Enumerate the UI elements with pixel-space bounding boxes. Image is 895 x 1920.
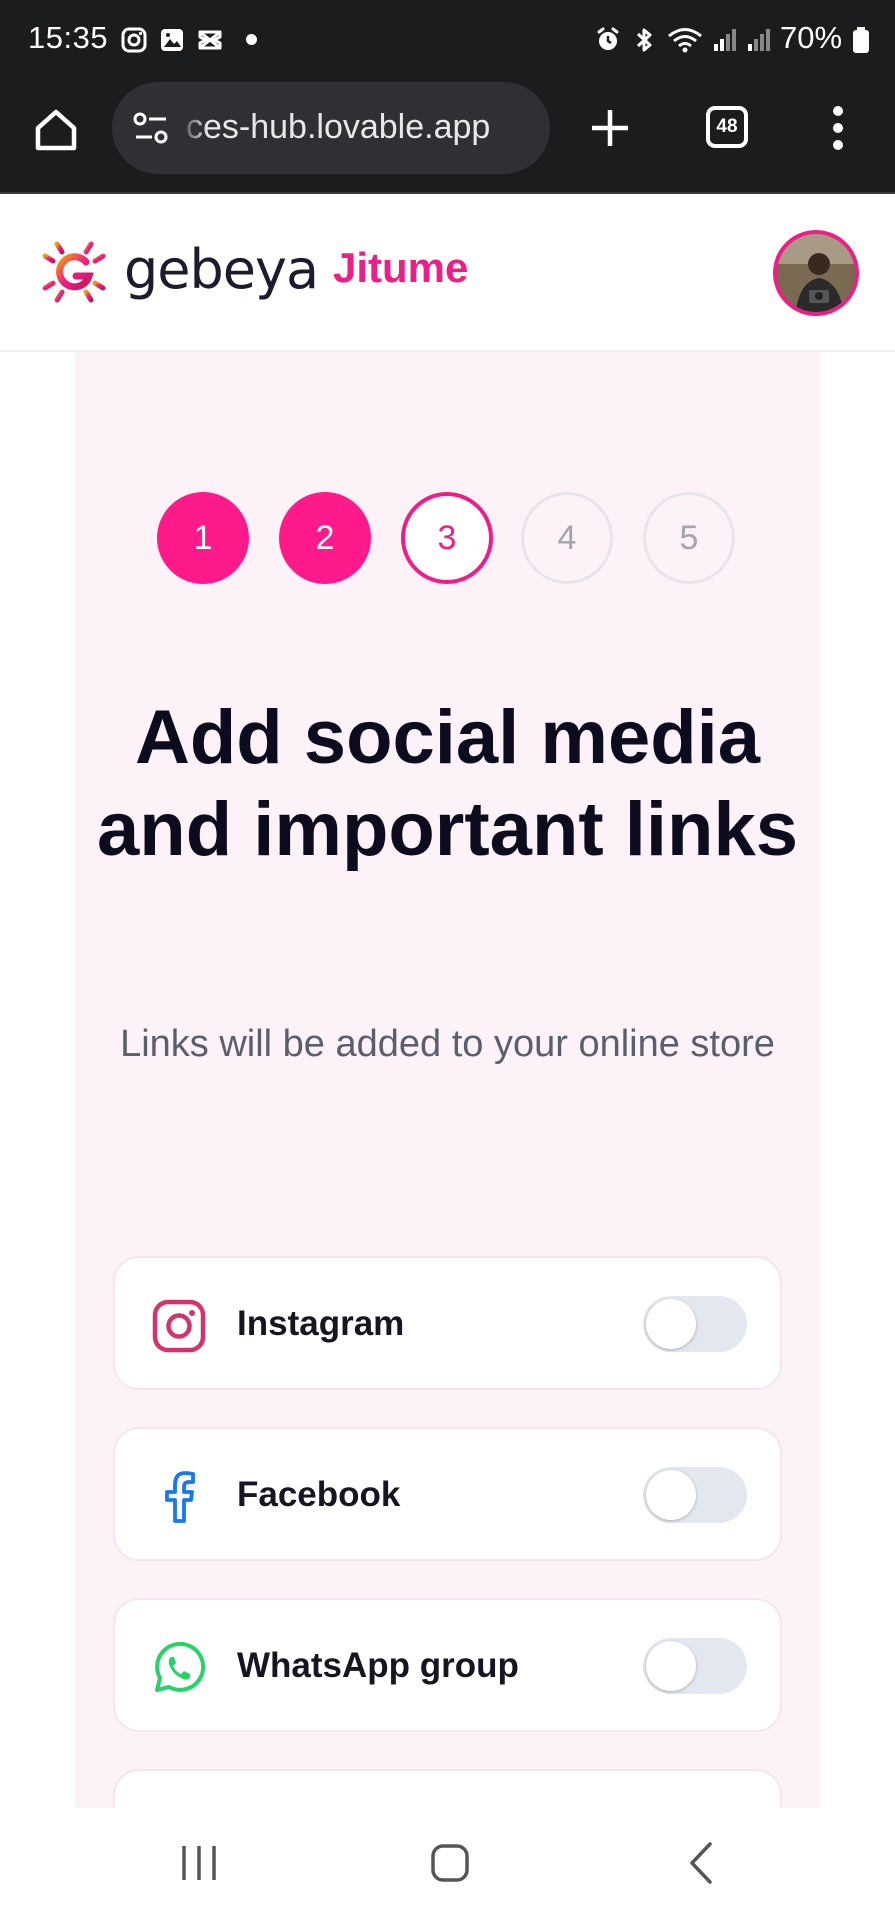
link-card-facebook: Facebook <box>113 1427 782 1561</box>
signal-icon <box>714 29 736 51</box>
site-settings-icon[interactable] <box>132 110 170 146</box>
step-3[interactable]: 3 <box>401 492 493 584</box>
link-card-partial <box>113 1769 782 1808</box>
gallery-notification-icon <box>161 29 183 51</box>
notification-dot <box>246 34 257 45</box>
link-card-whatsapp: WhatsApp group <box>113 1598 782 1732</box>
brand-product: Jitume <box>333 244 469 291</box>
new-tab-icon[interactable] <box>588 106 632 150</box>
step-4: 4 <box>521 492 613 584</box>
signal-icon-2 <box>748 29 770 51</box>
home-button-icon[interactable] <box>415 1828 485 1898</box>
link-label-whatsapp: WhatsApp group <box>237 1646 519 1685</box>
page-subtitle: Links will be added to your online store <box>120 1023 775 1065</box>
page-title: Add social media and important links <box>97 695 798 872</box>
toggle-knob <box>646 1641 696 1691</box>
link-label-instagram: Instagram <box>237 1304 405 1343</box>
bluetooth-icon <box>636 28 652 52</box>
avatar[interactable] <box>773 230 859 316</box>
toggle-knob <box>646 1470 696 1520</box>
tab-switcher-button[interactable]: 48 <box>706 106 748 148</box>
instagram-icon <box>152 1299 206 1353</box>
battery-icon <box>853 27 869 53</box>
link-label-facebook: Facebook <box>237 1475 401 1514</box>
system-nav-bar <box>0 1808 895 1920</box>
wifi-icon <box>668 28 702 53</box>
status-bar: 15:35 70% <box>0 0 895 80</box>
step-5: 5 <box>643 492 735 584</box>
step-2[interactable]: 2 <box>279 492 371 584</box>
alarm-icon <box>597 27 619 50</box>
brand-name: gebeya <box>124 238 319 301</box>
status-time: 15:35 <box>28 20 109 55</box>
toggle-facebook[interactable] <box>643 1467 747 1523</box>
avatar-photo <box>777 234 855 312</box>
recent-apps-icon[interactable] <box>164 1828 234 1898</box>
instagram-notification-icon <box>121 27 147 53</box>
more-menu-icon[interactable] <box>824 104 852 152</box>
toggle-whatsapp[interactable] <box>643 1638 747 1694</box>
home-icon[interactable] <box>32 106 80 154</box>
toggle-knob <box>646 1299 696 1349</box>
onboarding-card: 1 2 3 4 5 Add social media and important… <box>75 352 820 1808</box>
toggle-instagram[interactable] <box>643 1296 747 1352</box>
step-1[interactable]: 1 <box>157 492 249 584</box>
whatsapp-icon <box>155 1641 206 1692</box>
back-icon[interactable] <box>666 1828 736 1898</box>
app-header: gebeya Jitume <box>0 196 895 352</box>
browser-toolbar: ces-hub.lovable.app 48 <box>0 80 895 194</box>
battery-percent: 70% <box>780 20 843 55</box>
url-fade <box>178 82 208 174</box>
gebeya-logo-icon[interactable] <box>38 236 110 308</box>
address-bar[interactable]: ces-hub.lovable.app <box>112 82 550 174</box>
capcut-notification-icon <box>198 30 222 50</box>
link-card-instagram: Instagram <box>113 1256 782 1390</box>
url-text[interactable]: ces-hub.lovable.app <box>186 108 490 147</box>
facebook-icon <box>165 1471 195 1523</box>
